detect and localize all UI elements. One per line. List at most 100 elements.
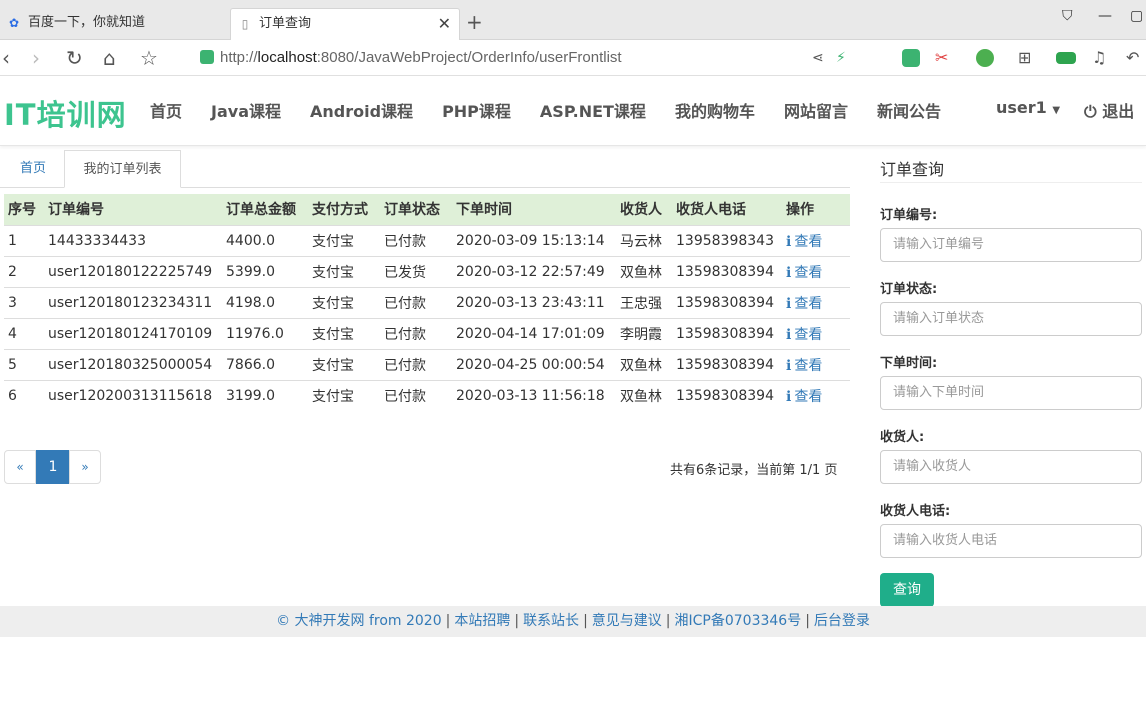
- receiver-input[interactable]: 请输入收货人: [880, 450, 1142, 484]
- footer-link[interactable]: 联系站长: [523, 613, 579, 629]
- table-cell: 3199.0: [222, 379, 308, 411]
- receiver-phone-input[interactable]: 请输入收货人电话: [880, 524, 1142, 558]
- nav-item-news[interactable]: 新闻公告: [877, 98, 941, 122]
- browser-tab-baidu[interactable]: ✿ 百度一下，你就知道: [0, 8, 226, 40]
- footer-link[interactable]: 后台登录: [814, 613, 870, 629]
- nav-item-home[interactable]: 首页: [150, 98, 182, 122]
- view-link[interactable]: ℹ 查看: [786, 265, 822, 281]
- view-link[interactable]: ℹ 查看: [786, 234, 822, 250]
- table-cell: user120180124170109: [44, 317, 222, 349]
- table-cell: 支付宝: [308, 379, 380, 411]
- view-label: 查看: [794, 264, 823, 281]
- nav-item-php[interactable]: PHP课程: [442, 98, 511, 122]
- column-header: 订单总金额: [222, 194, 308, 225]
- table-cell: 已付款: [380, 348, 452, 380]
- logout-link[interactable]: ⏻ 退出: [1084, 98, 1134, 122]
- scissors-icon[interactable]: ✂: [935, 46, 948, 70]
- footer-link[interactable]: © 大神开发网 from 2020: [276, 613, 442, 629]
- nav-item-messages[interactable]: 网站留言: [784, 98, 848, 122]
- extension-shield-icon[interactable]: [976, 49, 994, 67]
- table-cell: 王忠强: [616, 286, 672, 318]
- pager-next-button[interactable]: »: [69, 450, 101, 484]
- site-footer: © 大神开发网 from 2020 | 本站招聘 | 联系站长 | 意见与建议 | 湘ICP备0…: [0, 606, 1146, 637]
- paw-icon: ✿: [8, 16, 20, 30]
- view-link[interactable]: ℹ 查看: [786, 389, 822, 405]
- table-cell: 已付款: [380, 379, 452, 411]
- nav-item-java[interactable]: Java课程: [211, 98, 281, 122]
- table-cell-action: ℹ 查看: [782, 286, 850, 318]
- tab-my-orders[interactable]: 我的订单列表: [64, 150, 181, 188]
- site-logo[interactable]: IT培训网: [4, 92, 127, 134]
- nav-item-aspnet[interactable]: ASP.NET课程: [540, 98, 646, 122]
- close-icon[interactable]: ✕: [438, 9, 451, 39]
- pager-page-1[interactable]: 1: [36, 450, 70, 484]
- info-icon: ℹ: [786, 326, 792, 343]
- footer-link[interactable]: 湘ICP备0703346号: [675, 613, 802, 629]
- pager-prev-button[interactable]: «: [4, 450, 36, 484]
- home-icon[interactable]: ⌂: [103, 46, 116, 70]
- battery-icon[interactable]: [1056, 52, 1076, 64]
- footer-link[interactable]: 意见与建议: [592, 613, 662, 629]
- url-field[interactable]: http://localhost:8080/JavaWebProject/Ord…: [200, 47, 622, 69]
- query-button[interactable]: 查询: [880, 573, 934, 607]
- tab-title: 订单查询: [259, 16, 312, 31]
- column-header: 订单编号: [44, 194, 222, 225]
- pagination: « 1 »: [4, 450, 101, 484]
- lightning-icon[interactable]: ⚡: [836, 46, 846, 70]
- table-row: 4 user120180124170109 11976.0 支付宝 已付款 2020-04…: [4, 317, 850, 349]
- reload-icon[interactable]: ↻: [66, 46, 83, 70]
- order-time-label: 下单时间:: [880, 356, 938, 371]
- table-cell: 李明霞: [616, 317, 672, 349]
- table-cell: 13598308394: [672, 317, 782, 349]
- minimize-icon[interactable]: —: [1098, 8, 1112, 24]
- shirt-icon[interactable]: ⛉: [1062, 8, 1073, 24]
- maximize-icon[interactable]: ▢: [1130, 8, 1143, 24]
- table-cell-action: ℹ 查看: [782, 224, 850, 256]
- table-cell: 支付宝: [308, 286, 380, 318]
- headphones-icon[interactable]: ♫: [1092, 46, 1106, 70]
- table-cell: 13598308394: [672, 348, 782, 380]
- share-icon[interactable]: ⋖: [812, 46, 824, 70]
- browser-tab-order-query[interactable]: ▯ 订单查询 ✕: [230, 8, 460, 40]
- nav-item-cart[interactable]: 我的购物车: [675, 98, 755, 122]
- footer-separator: |: [514, 613, 520, 629]
- table-cell: 4400.0: [222, 224, 308, 256]
- order-status-input[interactable]: 请输入订单状态: [880, 302, 1142, 336]
- table-cell: 双鱼林: [616, 348, 672, 380]
- table-cell: 13598308394: [672, 255, 782, 287]
- table-cell: 6: [4, 379, 44, 411]
- table-cell-action: ℹ 查看: [782, 317, 850, 349]
- table-cell: 13958398343: [672, 224, 782, 256]
- page-icon: ▯: [241, 17, 249, 31]
- forward-icon[interactable]: ›: [32, 46, 40, 70]
- user-menu[interactable]: user1 ▼: [996, 98, 1060, 117]
- table-cell: 支付宝: [308, 224, 380, 256]
- footer-link[interactable]: 本站招聘: [454, 613, 510, 629]
- username: user1: [996, 98, 1047, 117]
- table-cell: 2020-03-09 15:13:14: [452, 224, 616, 256]
- back-icon[interactable]: ‹: [2, 46, 10, 70]
- column-header: 收货人电话: [672, 194, 782, 225]
- browser-tab-bar: ✿ 百度一下，你就知道 ▯ 订单查询 ✕ + ⛉ — ▢: [0, 0, 1146, 40]
- table-cell: 已发货: [380, 255, 452, 287]
- table-cell: user120180123234311: [44, 286, 222, 318]
- view-link[interactable]: ℹ 查看: [786, 327, 822, 343]
- url-path: :8080/JavaWebProject/OrderInfo/userFront…: [316, 49, 622, 66]
- footer-separator: |: [805, 613, 810, 629]
- grid-icon[interactable]: ⊞: [1018, 46, 1031, 70]
- address-bar: ‹ › ↻ ⌂ ☆ http://localhost:8080/JavaWebP…: [0, 40, 1146, 76]
- table-cell: 双鱼林: [616, 379, 672, 411]
- tab-home[interactable]: 首页: [4, 150, 62, 188]
- view-link[interactable]: ℹ 查看: [786, 296, 822, 312]
- star-icon[interactable]: ☆: [140, 46, 158, 70]
- view-link[interactable]: ℹ 查看: [786, 358, 822, 374]
- main-nav: 首页 Java课程 Android课程 PHP课程 ASP.NET课程 我的购物…: [150, 98, 970, 122]
- new-tab-icon[interactable]: +: [466, 10, 483, 34]
- undo-icon[interactable]: ↶: [1126, 46, 1139, 70]
- order-time-input[interactable]: 请输入下单时间: [880, 376, 1142, 410]
- nav-item-android[interactable]: Android课程: [310, 98, 413, 122]
- table-row: 1 14433334433 4400.0 支付宝 已付款 2020-03-09 15:13…: [4, 224, 850, 256]
- orders-table: 序号 订单编号 订单总金额 支付方式 订单状态 下单时间 收货人 收货人电话 操作 1 14433…: [4, 194, 850, 411]
- extension-green-icon[interactable]: [902, 49, 920, 67]
- order-number-input[interactable]: 请输入订单编号: [880, 228, 1142, 262]
